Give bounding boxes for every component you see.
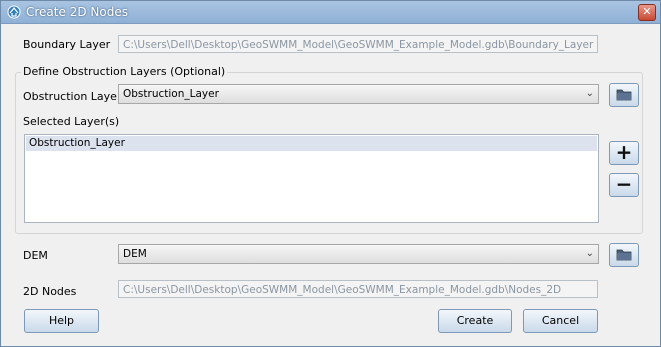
chevron-down-icon: ⌄ bbox=[585, 88, 594, 99]
boundary-layer-label: Boundary Layer bbox=[23, 38, 111, 51]
folder-icon bbox=[616, 249, 632, 261]
folder-icon bbox=[616, 89, 632, 101]
chevron-down-icon: ⌄ bbox=[585, 248, 594, 259]
obstruction-layer-value: Obstruction_Layer bbox=[123, 88, 219, 100]
obstruction-layer-label: Obstruction Layer bbox=[23, 90, 122, 103]
help-button[interactable]: Help bbox=[24, 309, 99, 333]
dialog-window: Create 2D Nodes ✕ Boundary Layer C:\User… bbox=[0, 0, 661, 347]
dem-dropdown[interactable]: DEM ⌄ bbox=[118, 244, 599, 264]
window-title: Create 2D Nodes bbox=[26, 5, 128, 19]
nodes-2d-label: 2D Nodes bbox=[23, 285, 77, 298]
selected-layers-list[interactable]: Obstruction_Layer bbox=[24, 134, 599, 223]
selected-layers-label: Selected Layer(s) bbox=[23, 115, 120, 128]
obstruction-browse-button[interactable] bbox=[609, 83, 639, 107]
dem-value: DEM bbox=[123, 248, 147, 260]
cancel-button[interactable]: Cancel bbox=[523, 309, 598, 333]
title-bar[interactable]: Create 2D Nodes ✕ bbox=[1, 1, 660, 24]
dem-browse-button[interactable] bbox=[609, 243, 639, 267]
remove-layer-button[interactable]: − bbox=[609, 173, 639, 197]
dem-label: DEM bbox=[23, 249, 48, 262]
list-item[interactable]: Obstruction_Layer bbox=[26, 136, 597, 151]
close-button[interactable]: ✕ bbox=[638, 4, 656, 21]
nodes-2d-field[interactable]: C:\Users\Dell\Desktop\GeoSWMM_Model\GeoS… bbox=[118, 280, 598, 298]
obstruction-layer-dropdown[interactable]: Obstruction_Layer ⌄ bbox=[118, 84, 599, 104]
create-button[interactable]: Create bbox=[438, 309, 512, 333]
app-icon bbox=[7, 5, 21, 19]
add-layer-button[interactable]: + bbox=[609, 141, 639, 165]
obstruction-group-title: Define Obstruction Layers (Optional) bbox=[21, 65, 228, 78]
boundary-layer-field[interactable]: C:\Users\Dell\Desktop\GeoSWMM_Model\GeoS… bbox=[118, 35, 598, 53]
